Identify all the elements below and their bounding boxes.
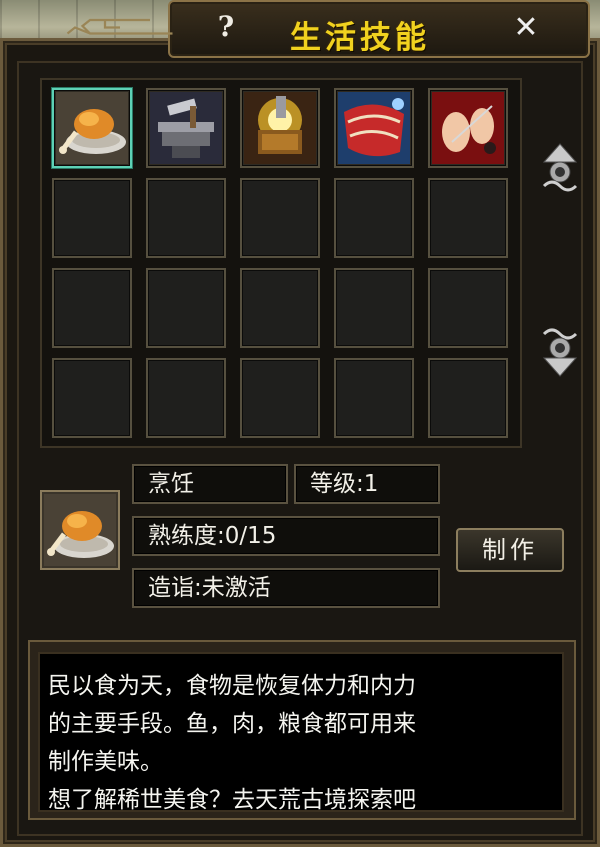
empty-slot[interactable] [334,268,414,348]
cloth-bolt-icon [338,92,410,164]
empty-slot[interactable] [240,358,320,438]
description-line: 民以食为天，食物是恢复体力和内力 [48,673,416,699]
proficiency-field: 熟练度:0/15 [132,516,440,556]
empty-slot[interactable] [146,358,226,438]
empty-slot[interactable] [146,178,226,258]
roast-chicken-icon [44,494,116,566]
skill-slot-cooking[interactable] [52,88,132,168]
scroll-up-icon[interactable] [538,142,582,198]
description-line: 想了解稀世美食？去天荒古境探索吧 [48,787,416,812]
empty-slot[interactable] [334,178,414,258]
anvil-hammer-icon [150,92,222,164]
close-button[interactable]: ✕ [512,13,540,43]
empty-slot[interactable] [240,178,320,258]
sewing-hands-icon [432,92,504,164]
description-box: 民以食为天，食物是恢复体力和内力 的主要手段。鱼，肉，粮食都可用来 制作美味。 … [38,652,564,812]
skill-slot-forging[interactable] [240,88,320,168]
title-ornament [66,18,173,35]
empty-slot[interactable] [52,178,132,258]
empty-slot[interactable] [146,268,226,348]
skill-level-field: 等级:1 [294,464,440,504]
window-title: 生活技能 [290,20,430,56]
make-button[interactable]: 制作 [456,528,564,572]
empty-slot[interactable] [52,268,132,348]
scroll-down-icon[interactable] [538,322,582,378]
skill-slot-needlework[interactable] [428,88,508,168]
description-line: 制作美味。 [48,749,163,775]
empty-slot[interactable] [428,358,508,438]
roast-chicken-icon [56,92,128,164]
empty-slot[interactable] [334,358,414,438]
empty-slot[interactable] [52,358,132,438]
description-line: 的主要手段。鱼，肉，粮食都可用来 [48,711,416,737]
selected-skill-icon [40,490,120,570]
mastery-field: 造诣:未激活 [132,568,440,608]
skill-slot-smithing[interactable] [146,88,226,168]
empty-slot[interactable] [240,268,320,348]
skill-slot-tailoring[interactable] [334,88,414,168]
skill-name-field: 烹饪 [132,464,288,504]
empty-slot[interactable] [428,268,508,348]
empty-slot[interactable] [428,178,508,258]
help-button[interactable]: ? [212,12,240,42]
forge-chest-icon [244,92,316,164]
